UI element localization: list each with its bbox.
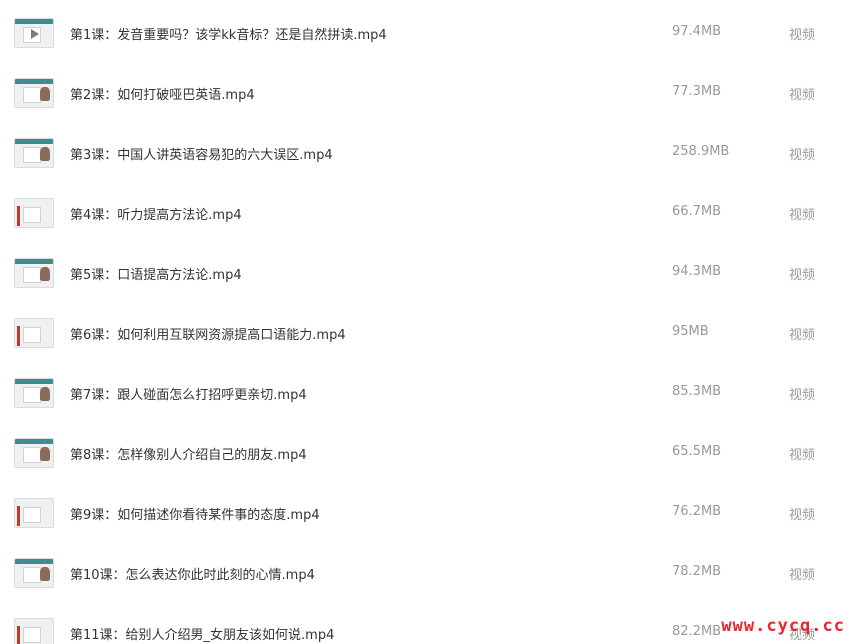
file-name[interactable]: 第5课：口语提高方法论.mp4 — [70, 264, 242, 283]
file-row[interactable]: 第6课：如何利用互联网资源提高口语能力.mp4 95MB 视频 — [0, 302, 851, 362]
file-row[interactable]: 第2课：如何打破哑巴英语.mp4 77.3MB 视频 — [0, 62, 851, 122]
file-name[interactable]: 第6课：如何利用互联网资源提高口语能力.mp4 — [70, 324, 346, 343]
video-thumbnail-icon[interactable] — [14, 378, 54, 408]
file-size: 66.7MB — [672, 204, 722, 219]
file-type: 视频 — [789, 148, 816, 163]
file-name[interactable]: 第11课：给别人介绍男_女朋友该如何说.mp4 — [70, 624, 334, 643]
file-row[interactable]: 第8课：怎样像别人介绍自己的朋友.mp4 65.5MB 视频 — [0, 422, 851, 482]
file-row[interactable]: 第7课：跟人碰面怎么打招呼更亲切.mp4 85.3MB 视频 — [0, 362, 851, 422]
file-row[interactable]: 第5课：口语提高方法论.mp4 94.3MB 视频 — [0, 242, 851, 302]
file-row[interactable]: 第4课：听力提高方法论.mp4 66.7MB 视频 — [0, 182, 851, 242]
file-row[interactable]: 第3课：中国人讲英语容易犯的六大误区.mp4 258.9MB 视频 — [0, 122, 851, 182]
file-size: 85.3MB — [672, 384, 722, 399]
video-thumbnail-icon[interactable] — [14, 498, 54, 528]
video-thumbnail-icon[interactable] — [14, 258, 54, 288]
watermark: www.cycq.cc — [721, 616, 845, 636]
video-thumbnail-icon[interactable] — [14, 438, 54, 468]
file-size: 95MB — [672, 324, 709, 339]
video-thumbnail-icon[interactable] — [14, 318, 54, 348]
file-name[interactable]: 第3课：中国人讲英语容易犯的六大误区.mp4 — [70, 144, 333, 163]
file-size: 78.2MB — [672, 564, 722, 579]
file-name[interactable]: 第1课：发音重要吗？该学kk音标？还是自然拼读.mp4 — [70, 24, 387, 43]
video-thumbnail-icon[interactable] — [14, 558, 54, 588]
file-type: 视频 — [789, 268, 816, 283]
video-thumbnail-icon[interactable] — [14, 18, 54, 48]
file-size: 94.3MB — [672, 264, 722, 279]
file-size: 258.9MB — [672, 144, 730, 159]
file-row[interactable]: 第10课：怎么表达你此时此刻的心情.mp4 78.2MB 视频 — [0, 542, 851, 602]
file-type: 视频 — [789, 508, 816, 523]
file-size: 65.5MB — [672, 444, 722, 459]
file-size: 76.2MB — [672, 504, 722, 519]
file-type: 视频 — [789, 388, 816, 403]
video-thumbnail-icon[interactable] — [14, 618, 54, 644]
file-size: 82.2MB — [672, 624, 722, 639]
file-name[interactable]: 第9课：如何描述你看待某件事的态度.mp4 — [70, 504, 320, 523]
file-name[interactable]: 第8课：怎样像别人介绍自己的朋友.mp4 — [70, 444, 307, 463]
video-thumbnail-icon[interactable] — [14, 78, 54, 108]
file-type: 视频 — [789, 88, 816, 103]
video-thumbnail-icon[interactable] — [14, 198, 54, 228]
file-row[interactable]: 第1课：发音重要吗？该学kk音标？还是自然拼读.mp4 97.4MB 视频 — [0, 2, 851, 62]
file-row[interactable]: 第9课：如何描述你看待某件事的态度.mp4 76.2MB 视频 — [0, 482, 851, 542]
file-name[interactable]: 第10课：怎么表达你此时此刻的心情.mp4 — [70, 564, 315, 583]
file-name[interactable]: 第2课：如何打破哑巴英语.mp4 — [70, 84, 255, 103]
file-size: 97.4MB — [672, 24, 722, 39]
file-type: 视频 — [789, 448, 816, 463]
file-size: 77.3MB — [672, 84, 722, 99]
file-name[interactable]: 第4课：听力提高方法论.mp4 — [70, 204, 242, 223]
file-type: 视频 — [789, 208, 816, 223]
file-type: 视频 — [789, 28, 816, 43]
play-icon — [31, 29, 39, 39]
file-type: 视频 — [789, 568, 816, 583]
file-list: 第1课：发音重要吗？该学kk音标？还是自然拼读.mp4 97.4MB 视频 第2… — [0, 0, 851, 644]
file-name[interactable]: 第7课：跟人碰面怎么打招呼更亲切.mp4 — [70, 384, 307, 403]
file-type: 视频 — [789, 328, 816, 343]
video-thumbnail-icon[interactable] — [14, 138, 54, 168]
